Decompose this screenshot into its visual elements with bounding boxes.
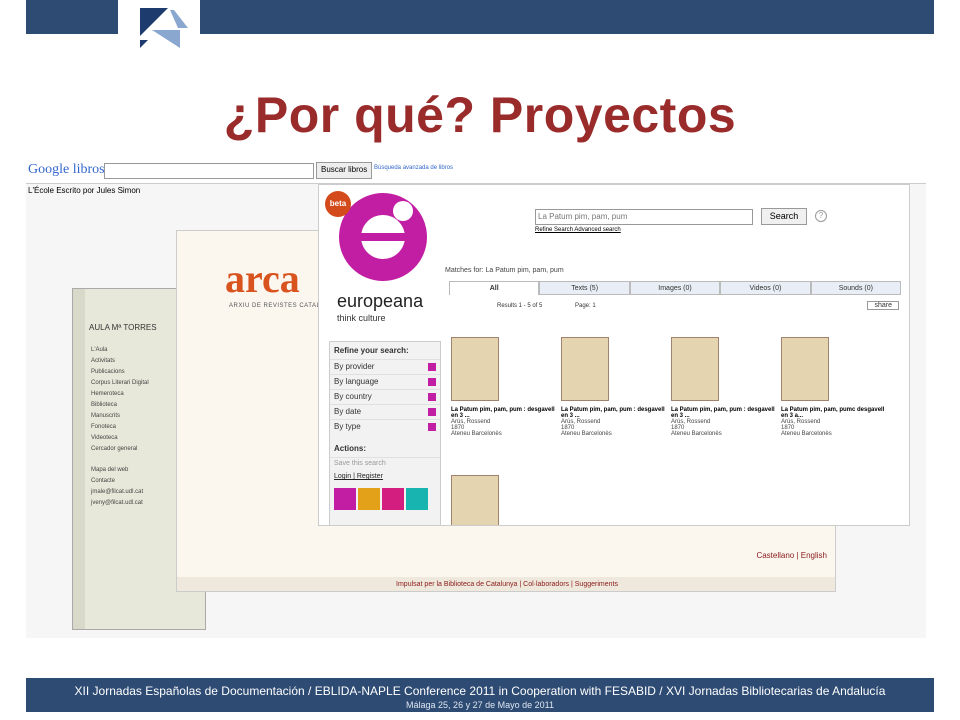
- europeana-screenshot: beta europeana think culture La Patum pi…: [318, 184, 910, 526]
- europeana-search-button[interactable]: Search: [761, 208, 807, 225]
- result-place: Ateneu Barcelonès: [451, 431, 502, 437]
- results-count: Results 1 - 5 of 5: [497, 303, 543, 309]
- plus-icon[interactable]: [428, 408, 436, 416]
- google-books-header: Google libros Buscar libros Búsqueda ava…: [26, 160, 926, 184]
- thumbnail-image[interactable]: [451, 337, 499, 401]
- matches-text: Matches for: La Patum pim, pam, pum: [445, 267, 564, 274]
- type-icons: [330, 484, 440, 514]
- google-books-advanced-link[interactable]: Búsqueda avanzada de libros: [374, 165, 453, 171]
- plus-icon[interactable]: [428, 393, 436, 401]
- google-books-logo[interactable]: Google libros: [28, 162, 105, 178]
- tab-sounds[interactable]: Sounds (0): [810, 281, 902, 295]
- result-item[interactable]: La Patum pim, pam, pum : desgavell en 3 …: [451, 337, 557, 437]
- slide-footer: XII Jornadas Españolas de Documentación …: [26, 678, 934, 712]
- europeana-tagline: think culture: [337, 313, 386, 323]
- refine-by-type[interactable]: By type: [330, 419, 440, 434]
- thumbnail-image[interactable]: [781, 337, 829, 401]
- result-title[interactable]: La Patum pim, pam, pum : desgavell en 3 …: [561, 407, 667, 419]
- europeana-name: europeana: [337, 291, 424, 311]
- page-indicator[interactable]: Page: 1: [575, 303, 596, 309]
- result-item[interactable]: [451, 475, 557, 525]
- result-item[interactable]: La Patum pim, pam, pum : desgavell en 3 …: [561, 337, 667, 437]
- arca-footer: Impulsat per la Biblioteca de Catalunya …: [177, 577, 835, 591]
- login-register[interactable]: Login | Register: [330, 469, 440, 484]
- tab-texts[interactable]: Texts (5): [539, 281, 630, 295]
- google-books-title: L'École Escrito por Jules Simon: [28, 186, 141, 195]
- google-books-search-button[interactable]: Buscar libros: [316, 162, 373, 179]
- aula-title: AULA Mª TORRES: [89, 323, 157, 332]
- project-screenshots-collage: Google libros Buscar libros Búsqueda ava…: [26, 160, 934, 638]
- europeana-search-input[interactable]: La Patum pim, pam, pum: [535, 209, 753, 225]
- result-item[interactable]: La Patum pim, pam, pumc desgavell en 3 a…: [781, 337, 887, 437]
- refine-by-language[interactable]: By language: [330, 374, 440, 389]
- refine-by-country[interactable]: By country: [330, 389, 440, 404]
- video-icon[interactable]: [382, 488, 404, 510]
- result-place: Ateneu Barcelonès: [561, 431, 612, 437]
- footer-line-2: Málaga 25, 26 y 27 de Mayo de 2011: [406, 700, 554, 710]
- result-title[interactable]: La Patum pim, pam, pum : desgavell en 3 …: [671, 407, 777, 419]
- result-title[interactable]: La Patum pim, pam, pumc desgavell en 3 a…: [781, 407, 887, 419]
- actions-head: Actions:: [334, 444, 366, 453]
- thumbnail-image[interactable]: [561, 337, 609, 401]
- tab-videos[interactable]: Videos (0): [720, 281, 811, 295]
- thumbnail-image[interactable]: [671, 337, 719, 401]
- arca-logo: arca: [225, 256, 300, 301]
- result-title[interactable]: La Patum pim, pam, pum : desgavell en 3 …: [451, 407, 557, 419]
- tab-all[interactable]: All: [449, 281, 540, 295]
- plus-icon[interactable]: [428, 363, 436, 371]
- sound-icon[interactable]: [406, 488, 428, 510]
- help-icon[interactable]: ?: [815, 210, 827, 222]
- refine-by-provider[interactable]: By provider: [330, 359, 440, 374]
- thumbnail-image[interactable]: [451, 475, 499, 525]
- refine-head: Refine your search:: [334, 346, 409, 355]
- google-books-search-input[interactable]: [104, 163, 314, 179]
- text-icon[interactable]: [334, 488, 356, 510]
- share-button[interactable]: share: [867, 301, 899, 310]
- beta-badge: beta: [325, 191, 351, 217]
- image-icon[interactable]: [358, 488, 380, 510]
- tab-images[interactable]: Images (0): [629, 281, 721, 295]
- slide-title: ¿Por qué? Proyectos: [223, 87, 737, 143]
- result-thumbnails: La Patum pim, pam, pum : desgavell en 3 …: [451, 337, 901, 525]
- europeana-logo: beta europeana think culture: [325, 189, 431, 323]
- save-search[interactable]: Save this search: [330, 457, 440, 469]
- plus-icon[interactable]: [428, 423, 436, 431]
- refine-by-date[interactable]: By date: [330, 404, 440, 419]
- conference-logo: [118, 0, 200, 56]
- results-bar: Results 1 - 5 of 5 Page: 1 share: [449, 301, 901, 317]
- refine-panel: Refine your search: By provider By langu…: [329, 341, 441, 525]
- footer-line-1: XII Jornadas Españolas de Documentación …: [74, 684, 886, 698]
- result-tabs: All Texts (5) Images (0) Videos (0) Soun…: [449, 281, 902, 295]
- plus-icon[interactable]: [428, 378, 436, 386]
- result-item[interactable]: La Patum pim, pam, pum : desgavell en 3 …: [671, 337, 777, 437]
- result-place: Ateneu Barcelonès: [781, 431, 832, 437]
- europeana-links[interactable]: Refine Search Advanced search: [535, 227, 621, 233]
- arca-language-switch[interactable]: Castellano | English: [756, 551, 827, 560]
- result-place: Ateneu Barcelonès: [671, 431, 722, 437]
